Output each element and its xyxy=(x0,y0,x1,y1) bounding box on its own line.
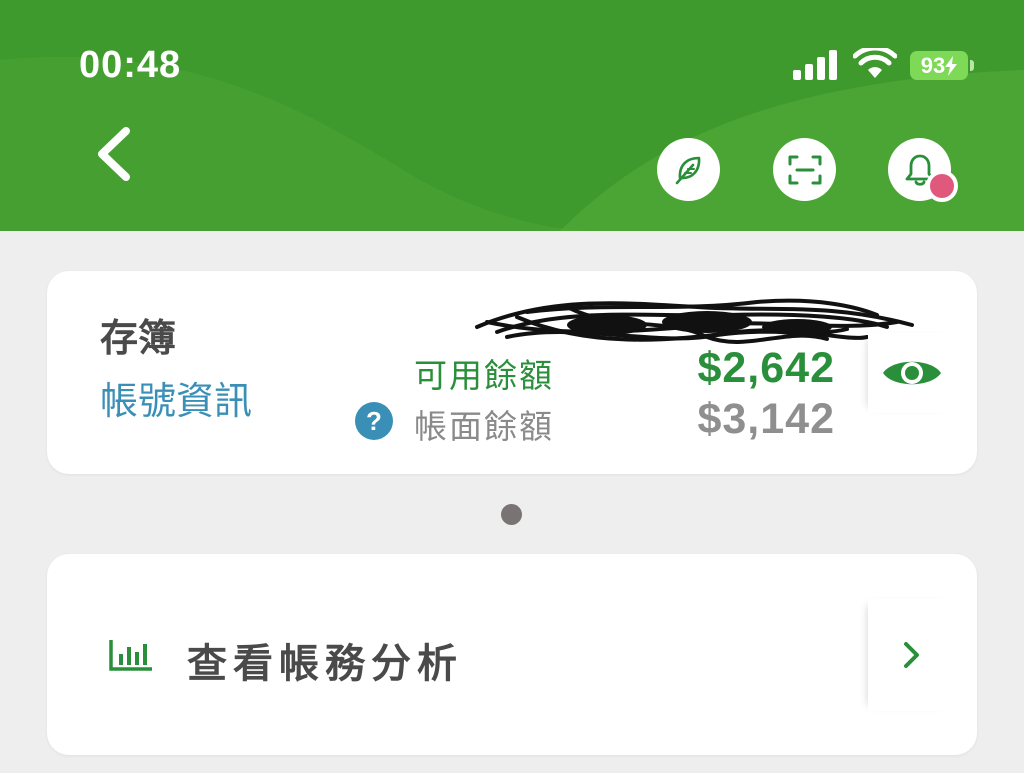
account-analysis-card[interactable]: 查看帳務分析 xyxy=(47,554,977,755)
book-balance-value: $3,142 xyxy=(697,395,835,443)
bar-chart-icon xyxy=(109,640,152,671)
status-time: 00:48 xyxy=(79,44,182,86)
chevron-right-icon xyxy=(904,642,919,668)
account-card: 存簿 帳號資訊 可用餘額 $2,642 ? 帳面餘額 $3,142 xyxy=(47,271,977,474)
cellular-signal-icon xyxy=(793,50,837,80)
account-info-link[interactable]: 帳號資訊 xyxy=(100,370,252,425)
battery-level: 93 xyxy=(920,52,946,78)
chevron-left-icon xyxy=(98,127,130,181)
eye-icon xyxy=(883,361,941,385)
app-header: 00:48 93 xyxy=(0,0,1024,231)
leaf-button[interactable] xyxy=(657,138,720,201)
available-balance-value: $2,642 xyxy=(697,344,835,392)
open-analysis-button[interactable] xyxy=(868,599,956,711)
account-analysis-label: 查看帳務分析 xyxy=(187,641,463,687)
book-balance-label: 帳面餘額 xyxy=(414,407,554,446)
wifi-icon xyxy=(853,48,897,78)
battery-charging-icon: 93 xyxy=(910,51,968,80)
notification-badge xyxy=(926,170,958,202)
scan-button[interactable] xyxy=(773,138,836,201)
header-wave-background xyxy=(0,56,1024,231)
pager-dot-active xyxy=(501,504,522,525)
back-button[interactable] xyxy=(90,125,140,183)
account-number-redacted xyxy=(475,298,914,344)
help-icon[interactable]: ? xyxy=(355,402,393,440)
leaf-icon xyxy=(675,156,700,184)
available-balance-label: 可用餘額 xyxy=(414,356,554,395)
toggle-balance-visibility-button[interactable] xyxy=(868,333,956,413)
battery-cap xyxy=(970,60,974,71)
account-type: 存簿 xyxy=(100,316,177,360)
scan-icon xyxy=(788,155,821,184)
bolt-icon xyxy=(945,55,958,76)
